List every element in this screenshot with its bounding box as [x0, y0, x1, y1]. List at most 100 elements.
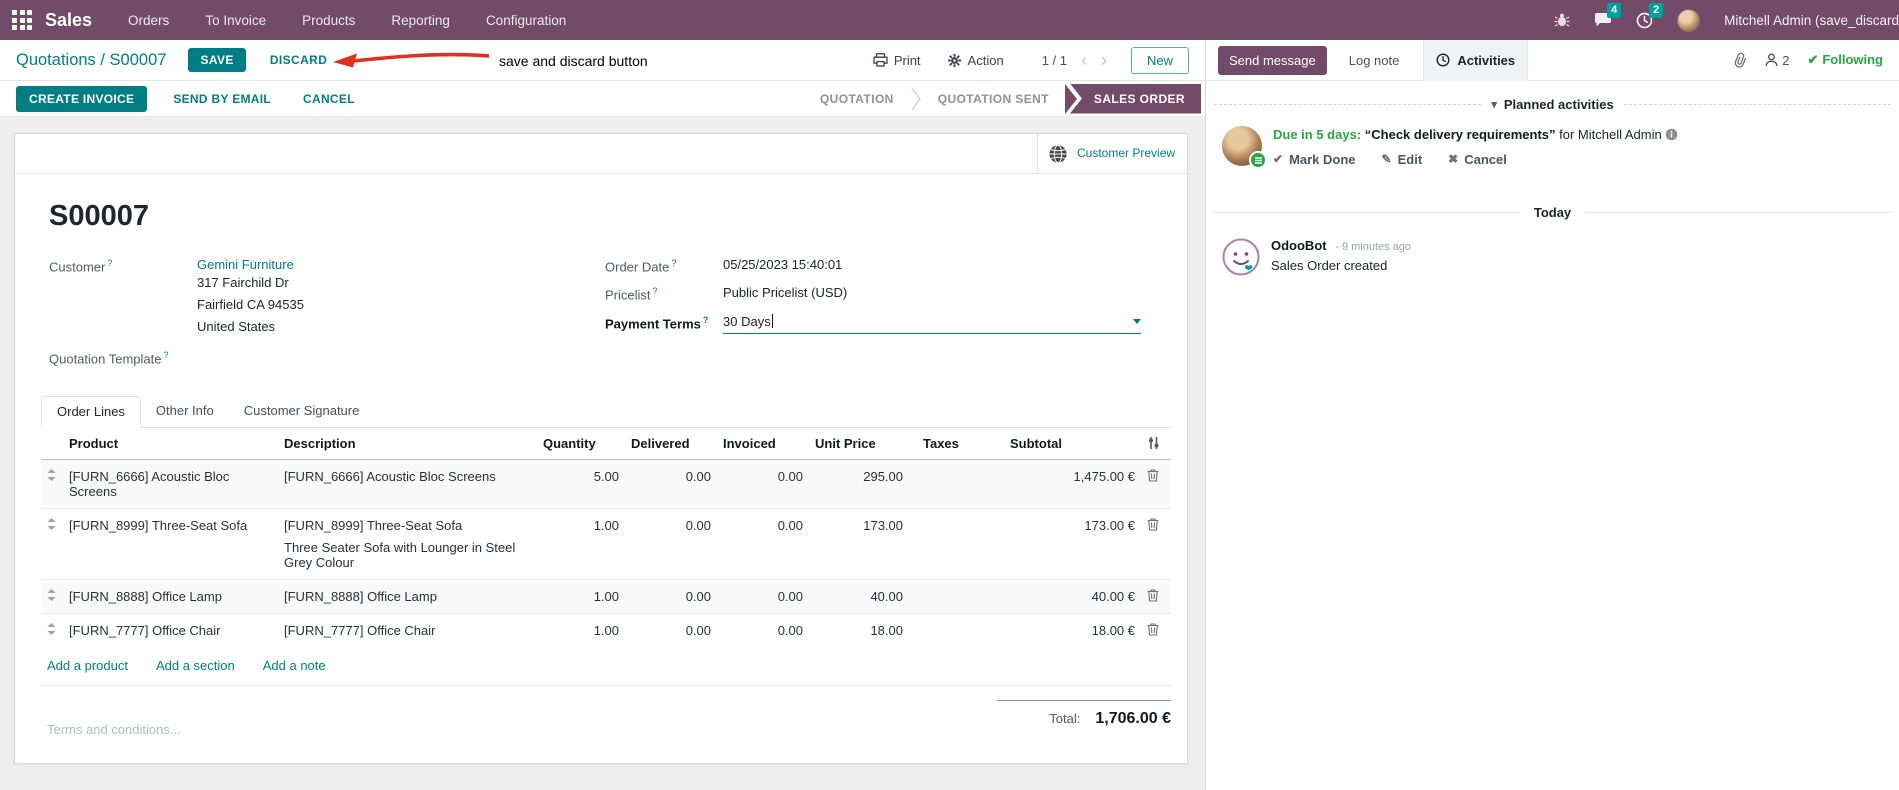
cell-unit-price[interactable]: 18.00 — [809, 612, 909, 647]
send-by-email-button[interactable]: SEND BY EMAIL — [167, 91, 277, 107]
cell-invoiced[interactable]: 0.00 — [717, 612, 809, 647]
edit-activity-button[interactable]: ✎ Edit — [1382, 152, 1423, 167]
drag-handle[interactable] — [41, 612, 63, 647]
apps-grid-icon[interactable] — [12, 10, 32, 30]
tab-order-lines[interactable]: Order Lines — [41, 395, 141, 428]
action-button[interactable]: Action — [947, 53, 1004, 68]
add-a-section-link[interactable]: Add a section — [156, 658, 235, 673]
form-sheet: Customer Preview S00007 Customer? Gemini… — [14, 133, 1188, 764]
followers-count: 2 — [1782, 52, 1790, 68]
activities-clock-icon[interactable]: 2 — [1636, 2, 1664, 29]
cell-taxes[interactable] — [909, 507, 1004, 580]
stage-sales-order[interactable]: SALES ORDER — [1069, 83, 1201, 114]
activity-summary-line: Due in 5 days: “Check delivery requireme… — [1273, 126, 1678, 144]
cell-taxes[interactable] — [909, 612, 1004, 647]
cell-taxes[interactable] — [909, 459, 1004, 509]
user-avatar[interactable] — [1677, 8, 1701, 32]
menu-orders[interactable]: Orders — [128, 13, 169, 28]
cell-product[interactable]: [FURN_8888] Office Lamp — [63, 578, 278, 614]
menu-configuration[interactable]: Configuration — [486, 13, 566, 28]
cell-product[interactable]: [FURN_7777] Office Chair — [63, 612, 278, 647]
cell-subtotal: 1,475.00 € — [1004, 459, 1141, 509]
info-icon[interactable] — [1665, 128, 1678, 141]
discard-button[interactable]: DISCARD — [264, 52, 333, 68]
print-button[interactable]: Print — [873, 53, 921, 68]
delivered-column-header: Delivered — [625, 427, 717, 460]
delete-row-button[interactable] — [1141, 459, 1171, 509]
drag-handle[interactable] — [41, 578, 63, 614]
customer-preview-button[interactable]: Customer Preview — [1037, 134, 1187, 173]
field-columns: Customer? Gemini Furniture 317 Fairchild… — [49, 257, 1171, 378]
cell-product[interactable]: [FURN_6666] Acoustic Bloc Screens — [63, 459, 278, 509]
delete-row-button[interactable] — [1141, 612, 1171, 647]
customer-link[interactable]: Gemini Furniture — [197, 257, 294, 272]
caret-down-icon — [1133, 318, 1141, 324]
add-a-product-link[interactable]: Add a product — [47, 658, 128, 673]
stage-quotation-sent[interactable]: QUOTATION SENT — [922, 84, 1065, 114]
followers-button[interactable]: 2 — [1765, 53, 1789, 68]
message-author[interactable]: OdooBot — [1271, 238, 1327, 253]
stage-quotation[interactable]: QUOTATION — [804, 84, 910, 114]
attachment-button[interactable] — [1733, 52, 1747, 68]
log-note-button[interactable]: Log note — [1349, 53, 1400, 68]
cell-unit-price[interactable]: 295.00 — [809, 459, 909, 509]
cell-unit-price[interactable]: 40.00 — [809, 578, 909, 614]
create-invoice-button[interactable]: CREATE INVOICE — [16, 85, 148, 112]
cell-unit-price[interactable]: 173.00 — [809, 507, 909, 580]
quotation-template-field[interactable]: Quotation Template? — [49, 349, 605, 366]
pager-previous-icon[interactable]: ‹ — [1081, 51, 1087, 69]
cell-delivered[interactable]: 0.00 — [625, 459, 717, 509]
menu-to-invoice[interactable]: To Invoice — [205, 13, 266, 28]
cell-description[interactable]: [FURN_6666] Acoustic Bloc Screens — [278, 459, 537, 509]
payment-terms-input[interactable]: 30 Days — [723, 314, 1141, 334]
user-name[interactable]: Mitchell Admin (save_discard — [1724, 13, 1899, 28]
cell-product[interactable]: [FURN_8999] Three-Seat Sofa — [63, 507, 278, 580]
product-column-header: Product — [63, 427, 278, 460]
cancel-button[interactable]: CANCEL — [297, 91, 361, 107]
menu-products[interactable]: Products — [302, 13, 355, 28]
cancel-activity-button[interactable]: ✖ Cancel — [1448, 152, 1507, 167]
breadcrumb[interactable]: Quotations / S00007 — [16, 51, 166, 70]
planned-activities-toggle[interactable]: ▾ Planned activities — [1491, 97, 1613, 112]
help-icon: ? — [652, 286, 658, 297]
menu-reporting[interactable]: Reporting — [391, 13, 450, 28]
cell-taxes[interactable] — [909, 578, 1004, 614]
cell-quantity[interactable]: 5.00 — [537, 459, 625, 509]
tab-other-info[interactable]: Other Info — [141, 396, 229, 427]
cell-quantity[interactable]: 1.00 — [537, 507, 625, 580]
optional-columns-button[interactable] — [1141, 427, 1171, 460]
pricelist-value[interactable]: Public Pricelist (USD) — [723, 285, 847, 300]
message-header: OdooBot - 9 minutes ago — [1271, 238, 1411, 253]
save-button[interactable]: SAVE — [188, 48, 246, 72]
new-button[interactable]: New — [1130, 46, 1189, 74]
cell-description[interactable]: [FURN_8999] Three-Seat Sofa Three Seater… — [278, 507, 537, 580]
cell-delivered[interactable]: 0.00 — [625, 612, 717, 647]
cell-invoiced[interactable]: 0.00 — [717, 507, 809, 580]
following-button[interactable]: ✔ Following — [1807, 52, 1883, 68]
drag-handle-icon — [47, 622, 56, 635]
cell-delivered[interactable]: 0.00 — [625, 578, 717, 614]
cell-quantity[interactable]: 1.00 — [537, 612, 625, 647]
add-a-note-link[interactable]: Add a note — [263, 658, 326, 673]
trash-icon — [1147, 469, 1159, 482]
terms-and-conditions-input[interactable]: Terms and conditions... — [41, 722, 181, 737]
cell-invoiced[interactable]: 0.00 — [717, 578, 809, 614]
send-message-button[interactable]: Send message — [1218, 45, 1327, 75]
drag-handle[interactable] — [41, 507, 63, 580]
cell-delivered[interactable]: 0.00 — [625, 507, 717, 580]
cell-description[interactable]: [FURN_8888] Office Lamp — [278, 578, 537, 614]
pager-next-icon[interactable]: › — [1101, 51, 1107, 69]
delete-row-button[interactable] — [1141, 507, 1171, 580]
messages-icon[interactable]: 4 — [1594, 3, 1622, 28]
order-date-value[interactable]: 05/25/2023 15:40:01 — [723, 257, 842, 272]
mark-done-button[interactable]: ✔ Mark Done — [1273, 152, 1356, 167]
drag-handle[interactable] — [41, 459, 63, 509]
delete-row-button[interactable] — [1141, 578, 1171, 614]
activities-button[interactable]: Activities — [1423, 39, 1529, 81]
cell-description[interactable]: [FURN_7777] Office Chair — [278, 612, 537, 647]
debug-bug-icon[interactable] — [1554, 12, 1570, 28]
cell-quantity[interactable]: 1.00 — [537, 578, 625, 614]
cell-invoiced[interactable]: 0.00 — [717, 459, 809, 509]
tab-customer-signature[interactable]: Customer Signature — [229, 396, 375, 427]
app-name[interactable]: Sales — [45, 10, 92, 31]
